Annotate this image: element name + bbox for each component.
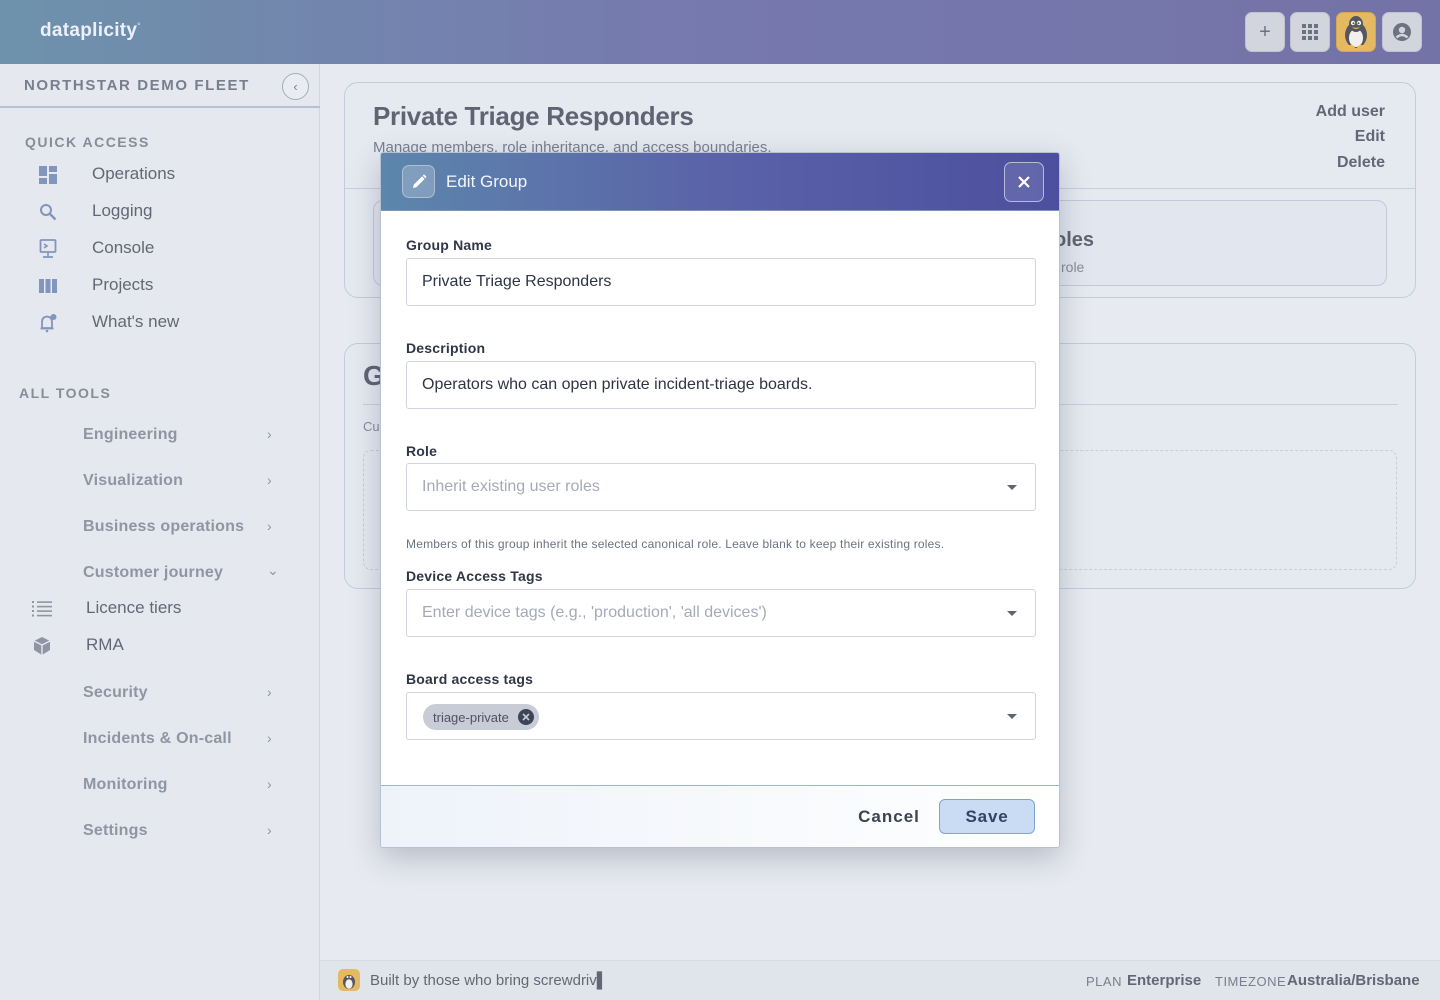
tag-chip: triage-private: [423, 704, 539, 730]
group-name-label: Group Name: [406, 237, 493, 253]
role-select[interactable]: Inherit existing user roles: [406, 463, 1036, 511]
description-input[interactable]: Operators who can open private incident-…: [406, 361, 1036, 409]
pencil-icon: [402, 165, 435, 198]
modal-header: Edit Group: [381, 153, 1059, 211]
description-label: Description: [406, 340, 486, 356]
modal-title: Edit Group: [446, 172, 528, 191]
role-hint: Members of this group inherit the select…: [406, 537, 945, 551]
description-value: Operators who can open private incident-…: [422, 376, 813, 393]
remove-chip-icon[interactable]: [517, 709, 534, 725]
save-button[interactable]: Save: [939, 799, 1035, 834]
cancel-button[interactable]: Cancel: [847, 800, 931, 834]
close-icon: [1018, 176, 1030, 188]
caret-down-icon: [1007, 485, 1017, 490]
edit-group-modal: Edit Group Group Name Private Triage Res…: [380, 152, 1060, 848]
role-placeholder: Inherit existing user roles: [422, 478, 600, 495]
group-name-input[interactable]: Private Triage Responders: [406, 258, 1036, 306]
device-tags-select[interactable]: Enter device tags (e.g., 'production', '…: [406, 589, 1036, 637]
board-tags-select[interactable]: triage-private: [406, 692, 1036, 740]
board-tags-label: Board access tags: [406, 671, 534, 687]
caret-down-icon: [1007, 714, 1017, 719]
caret-down-icon: [1007, 611, 1017, 616]
modal-footer: Cancel Save: [381, 785, 1059, 847]
device-tags-placeholder: Enter device tags (e.g., 'production', '…: [422, 604, 767, 621]
role-label: Role: [406, 443, 438, 459]
tag-chip-label: triage-private: [433, 709, 509, 725]
close-button[interactable]: [1004, 162, 1044, 202]
group-name-value: Private Triage Responders: [422, 273, 612, 290]
device-tags-label: Device Access Tags: [406, 568, 543, 584]
